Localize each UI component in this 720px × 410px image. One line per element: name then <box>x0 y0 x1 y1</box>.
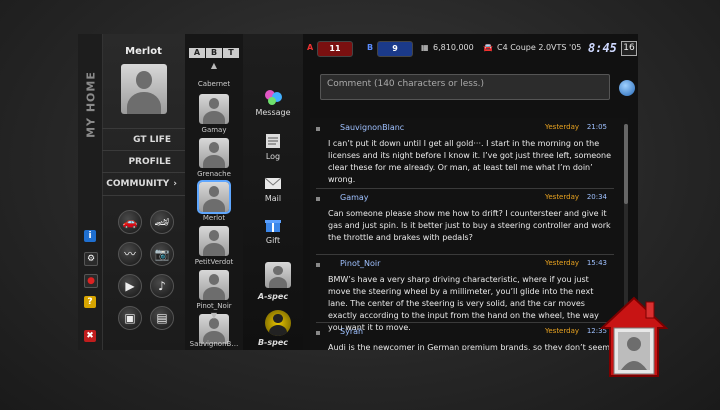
my-home-strip: MY HOME i ⚙ ● ? ✖ <box>78 34 103 350</box>
comment-placeholder: Comment (140 characters or less.) <box>327 79 485 89</box>
mail-label[interactable]: Mail <box>243 194 303 203</box>
credits-icon: ▦ <box>421 43 429 52</box>
menu-community[interactable]: COMMUNITY › <box>102 172 185 196</box>
clock: 8:45 <box>588 41 617 55</box>
post-author[interactable]: Syrah <box>340 327 363 336</box>
post-time: 20:34 <box>586 193 607 201</box>
car-icon[interactable]: 🚗 <box>118 210 142 234</box>
post-author[interactable]: Pinot_Noir <box>340 259 380 268</box>
message-icon[interactable] <box>263 88 283 106</box>
car-icon-small: 🚘 <box>483 43 493 52</box>
post-date: Yesterday <box>545 259 579 267</box>
friends-list: A B T ▲ Cabernet Gamay Grenache Merlot P… <box>185 34 244 350</box>
message-label[interactable]: Message <box>243 108 303 117</box>
b-spec-avatar-icon[interactable] <box>265 310 291 336</box>
scroll-down-icon[interactable]: ▼ <box>208 312 220 320</box>
friend-avatar-merlot[interactable] <box>197 180 231 214</box>
message-nav: Message Log Mail Gift A-spec B-spec <box>243 34 303 350</box>
user-name: Merlot <box>125 46 162 57</box>
comment-input[interactable]: Comment (140 characters or less.) <box>320 74 610 100</box>
chevron-right-icon: › <box>173 179 177 189</box>
track-icon[interactable]: 〰 <box>118 242 142 266</box>
friend-name-sauvignonblanc[interactable]: SauvignonB… <box>185 340 243 348</box>
post-date: Yesterday <box>545 193 579 201</box>
race-car-icon[interactable]: 🏎 <box>150 210 174 234</box>
user-avatar[interactable] <box>121 64 167 114</box>
post-date: Yesterday <box>545 327 579 335</box>
mail-icon[interactable] <box>263 174 283 192</box>
friend-name-pinot-noir[interactable]: Pinot_Noir <box>185 302 243 310</box>
a-spec-label[interactable]: A-spec <box>243 292 303 301</box>
tab-b[interactable]: B <box>206 48 222 58</box>
notification-count: 16 <box>621 41 637 56</box>
post-body: Can someone please show me how to drift?… <box>328 209 611 242</box>
scroll-up-icon[interactable]: ▲ <box>208 62 220 70</box>
friend-name-petitverdot[interactable]: PetitVerdot <box>185 258 243 266</box>
exit-icon[interactable]: ✖ <box>84 330 96 342</box>
menu-profile[interactable]: PROFILE <box>102 150 185 173</box>
friend-avatar-grenache[interactable] <box>199 138 229 168</box>
b-rank-value: 9 <box>377 41 413 57</box>
friend-avatar-petitverdot[interactable] <box>199 226 229 256</box>
divider <box>316 188 614 189</box>
friend-name-gamay[interactable]: Gamay <box>185 126 243 134</box>
a-spec-avatar-icon[interactable] <box>265 262 291 288</box>
friend-name-cabernet[interactable]: Cabernet <box>185 80 243 88</box>
log-icon[interactable] <box>263 132 283 150</box>
bullet-icon <box>316 127 320 131</box>
post-body: BMW’s have a very sharp driving characte… <box>328 275 599 332</box>
b-rank-label: B <box>367 43 374 52</box>
divider <box>316 254 614 255</box>
bag-icon[interactable]: ▣ <box>118 306 142 330</box>
camera-icon[interactable]: 📷 <box>150 242 174 266</box>
record-icon[interactable]: ● <box>84 274 98 288</box>
b-spec-label[interactable]: B-spec <box>243 338 303 347</box>
divider <box>316 322 614 323</box>
menu-gt-life[interactable]: GT LIFE <box>102 128 185 151</box>
help-icon[interactable]: ? <box>84 296 96 308</box>
post-date: Yesterday <box>545 123 579 131</box>
music-icon[interactable]: ♪ <box>150 274 174 298</box>
settings-icon[interactable]: ⚙ <box>84 252 98 266</box>
home-icon <box>599 294 669 378</box>
friend-name-merlot[interactable]: Merlot <box>185 214 243 222</box>
bullet-icon <box>316 197 320 201</box>
friend-name-grenache[interactable]: Grenache <box>185 170 243 178</box>
info-icon[interactable]: i <box>84 230 96 242</box>
tab-t[interactable]: T <box>223 48 239 58</box>
tab-a[interactable]: A <box>189 48 205 58</box>
my-home-title: MY HOME <box>84 71 98 138</box>
a-rank-value: 11 <box>317 41 353 57</box>
my-home-screen: MY HOME i ⚙ ● ? ✖ Merlot GT LIFE PROFILE… <box>78 34 638 350</box>
post-time: 15:43 <box>586 259 607 267</box>
post-body: I can’t put it down until I get all gold… <box>328 139 612 184</box>
bullet-icon <box>316 331 320 335</box>
comment-feed: SauvignonBlanc Yesterday 21:05 I can’t p… <box>310 118 628 350</box>
log-label[interactable]: Log <box>243 152 303 161</box>
current-car: C4 Coupe 2.0VTS '05 <box>497 43 582 52</box>
post-body: Audi is the newcomer in German premium b… <box>328 343 611 350</box>
gift-icon[interactable] <box>263 216 283 234</box>
scrollbar-thumb[interactable] <box>624 124 628 204</box>
left-panel: MY HOME i ⚙ ● ? ✖ Merlot GT LIFE PROFILE… <box>78 34 185 350</box>
friend-avatar-pinot-noir[interactable] <box>199 270 229 300</box>
status-bar: A 11 B 9 ▦ 6,810,000 🚘 C4 Coupe 2.0VTS '… <box>303 40 638 58</box>
post-author[interactable]: SauvignonBlanc <box>340 123 404 132</box>
a-rank-label: A <box>307 43 314 52</box>
book-icon[interactable]: ▤ <box>150 306 174 330</box>
friend-avatar-gamay[interactable] <box>199 94 229 124</box>
gift-label[interactable]: Gift <box>243 236 303 245</box>
credits-value: 6,810,000 <box>433 43 474 52</box>
video-icon[interactable]: ▶ <box>118 274 142 298</box>
post-author[interactable]: Gamay <box>340 193 369 202</box>
bullet-icon <box>316 263 320 267</box>
globe-icon[interactable] <box>619 80 635 96</box>
post-time: 21:05 <box>586 123 607 131</box>
